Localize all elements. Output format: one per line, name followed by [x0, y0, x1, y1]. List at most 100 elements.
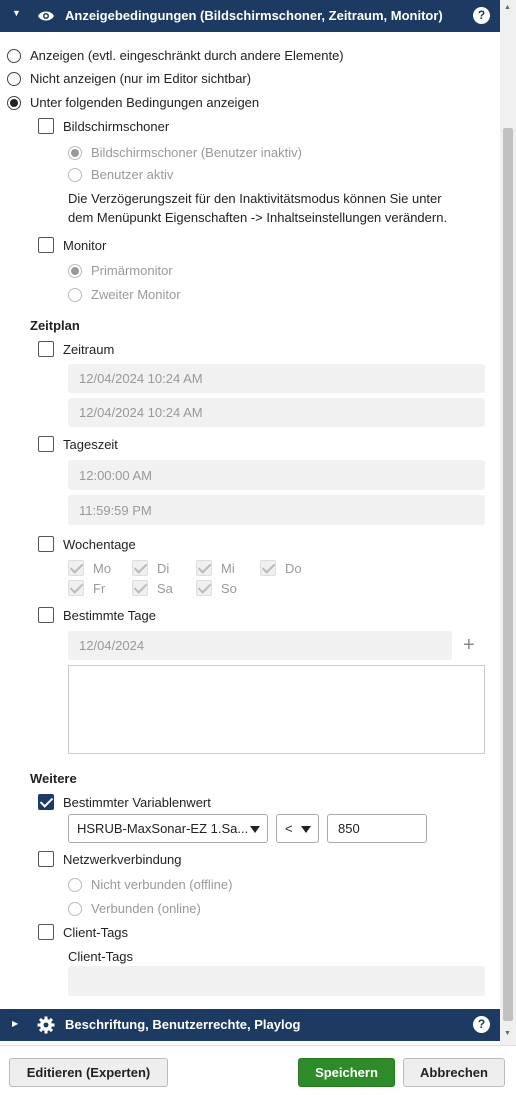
checkbox-label: Bildschirmschoner [63, 118, 170, 134]
radio-label: Anzeigen (evtl. eingeschränkt durch ande… [30, 48, 344, 63]
checkbox[interactable] [38, 851, 54, 867]
radio-button[interactable] [7, 48, 21, 63]
help-icon[interactable]: ? [473, 1016, 490, 1033]
section-header-labels-rights[interactable]: ▶ Beschriftung, Benutzerrechte, Playlog … [0, 1009, 500, 1041]
radio-hide[interactable]: Nicht anzeigen (nur im Editor sichtbar) [7, 71, 251, 86]
collapse-arrow-icon[interactable]: ▼ [12, 8, 21, 18]
checkbox [132, 580, 148, 596]
daytime-start-input: 12:00:00 AM [68, 460, 485, 490]
checkbox[interactable] [38, 924, 54, 940]
weekday-label: Mo [93, 560, 112, 576]
radio-label: Verbunden (online) [91, 901, 201, 916]
checkbox-label: Monitor [63, 237, 107, 253]
radio-label: Nicht anzeigen (nur im Editor sichtbar) [30, 71, 252, 86]
scroll-down-icon[interactable]: ▼ [504, 1030, 511, 1037]
radio-button[interactable] [7, 95, 21, 110]
checkbox [196, 560, 212, 576]
checkbox-label: Tageszeit [63, 436, 118, 452]
scrollbar[interactable]: ▲ ▼ [500, 0, 516, 1045]
edit-expert-button[interactable]: Editieren (Experten) [9, 1058, 168, 1087]
info-line: dem Menüpunkt Eigenschaften -> Inhaltsei… [68, 210, 448, 225]
radio-label: Benutzer aktiv [91, 167, 174, 182]
operator-select[interactable]: < [276, 814, 319, 843]
checkbox-label: Bestimmter Variablenwert [63, 794, 211, 810]
weekday-label: Sa [157, 580, 173, 596]
checkbox[interactable] [38, 607, 54, 623]
weekday-fr: Fr [68, 580, 105, 596]
radio-label: Bildschirmschoner (Benutzer inaktiv) [91, 145, 302, 160]
radio-user-active: Benutzer aktiv [68, 167, 173, 182]
checkbox [68, 580, 84, 596]
checkbox-specific-days[interactable]: Bestimmte Tage [38, 607, 156, 623]
weekday-label: Di [157, 560, 170, 576]
section-title: Anzeigebedingungen (Bildschirmschoner, Z… [65, 8, 443, 23]
section-schedule-title: Zeitplan [30, 318, 80, 333]
period-end-input: 12/04/2024 10:24 AM [68, 398, 485, 427]
radio-button [68, 145, 82, 160]
radio-button [68, 287, 82, 302]
eye-icon [38, 11, 54, 21]
radio-show[interactable]: Anzeigen (evtl. eingeschränkt durch ande… [7, 48, 344, 63]
specific-days-list [68, 665, 485, 754]
cancel-button[interactable]: Abbrechen [403, 1058, 505, 1087]
checkbox[interactable] [38, 237, 54, 253]
scroll-up-icon[interactable]: ▲ [504, 4, 511, 11]
checkbox-daytime[interactable]: Tageszeit [38, 436, 118, 452]
gear-icon [37, 1016, 55, 1034]
period-start-input: 12/04/2024 10:24 AM [68, 364, 485, 393]
section-header-display-conditions[interactable]: ▼ Anzeigebedingungen (Bildschirmschoner,… [0, 0, 500, 32]
radio-conditional[interactable]: Unter folgenden Bedingungen anzeigen [7, 95, 259, 110]
radio-screensaver-inactive: Bildschirmschoner (Benutzer inaktiv) [68, 145, 302, 160]
weekday-di: Di [132, 560, 169, 576]
client-tags-input [68, 966, 485, 996]
checkbox-period[interactable]: Zeitraum [38, 341, 114, 357]
checkbox [68, 560, 84, 576]
weekday-so: So [196, 580, 237, 596]
weekday-label: Do [285, 560, 302, 576]
checkbox-variable-value[interactable]: Bestimmter Variablenwert [38, 794, 211, 810]
variable-select-value: HSRUB-MaxSonar-EZ 1.Sa... [77, 821, 249, 836]
checkbox [196, 580, 212, 596]
help-icon[interactable]: ? [473, 7, 490, 24]
checkbox-client-tags[interactable]: Client-Tags [38, 924, 128, 940]
weekday-do: Do [260, 560, 302, 576]
specific-date-input: 12/04/2024 [68, 631, 452, 660]
save-button[interactable]: Speichern [298, 1058, 395, 1087]
checkbox [260, 560, 276, 576]
radio-label: Zweiter Monitor [91, 287, 181, 302]
weekday-mo: Mo [68, 560, 111, 576]
dialog-footer: Editieren (Experten) Speichern Abbrechen [0, 1045, 516, 1095]
checkbox[interactable] [38, 118, 54, 134]
checkbox[interactable] [38, 436, 54, 452]
add-date-icon[interactable]: + [463, 634, 475, 657]
radio-button [68, 167, 82, 182]
radio-button[interactable] [7, 71, 21, 86]
weekday-label: Mi [221, 560, 235, 576]
checkbox-monitor[interactable]: Monitor [38, 237, 106, 253]
checkbox-label: Client-Tags [63, 924, 129, 940]
expand-arrow-icon[interactable]: ▶ [12, 1019, 18, 1028]
radio-button [68, 263, 82, 278]
scrollbar-thumb[interactable] [503, 128, 513, 1021]
operator-select-value: < [285, 821, 293, 836]
weekday-mi: Mi [196, 560, 235, 576]
checkbox-weekdays[interactable]: Wochentage [38, 536, 136, 552]
chevron-down-icon [250, 826, 260, 833]
radio-label: Primärmonitor [91, 263, 173, 278]
info-line: Die Verzögerungszeit für den Inaktivität… [68, 191, 442, 206]
checkbox-label: Netzwerkverbindung [63, 851, 182, 867]
checkbox-label: Bestimmte Tage [63, 607, 156, 623]
checkbox[interactable] [38, 536, 54, 552]
weekday-label: Fr [93, 580, 106, 596]
weekday-sa: Sa [132, 580, 173, 596]
checkbox[interactable] [38, 341, 54, 357]
checkbox-screensaver[interactable]: Bildschirmschoner [38, 118, 169, 134]
variable-select[interactable]: HSRUB-MaxSonar-EZ 1.Sa... [68, 814, 268, 843]
checkbox-label: Wochentage [63, 536, 136, 552]
daytime-end-input: 11:59:59 PM [68, 495, 485, 525]
checkbox-label: Zeitraum [63, 341, 115, 357]
section-title: Beschriftung, Benutzerrechte, Playlog [65, 1017, 301, 1032]
checkbox[interactable] [38, 794, 54, 810]
checkbox-network[interactable]: Netzwerkverbindung [38, 851, 182, 867]
variable-value-input[interactable]: 850 [327, 814, 427, 843]
